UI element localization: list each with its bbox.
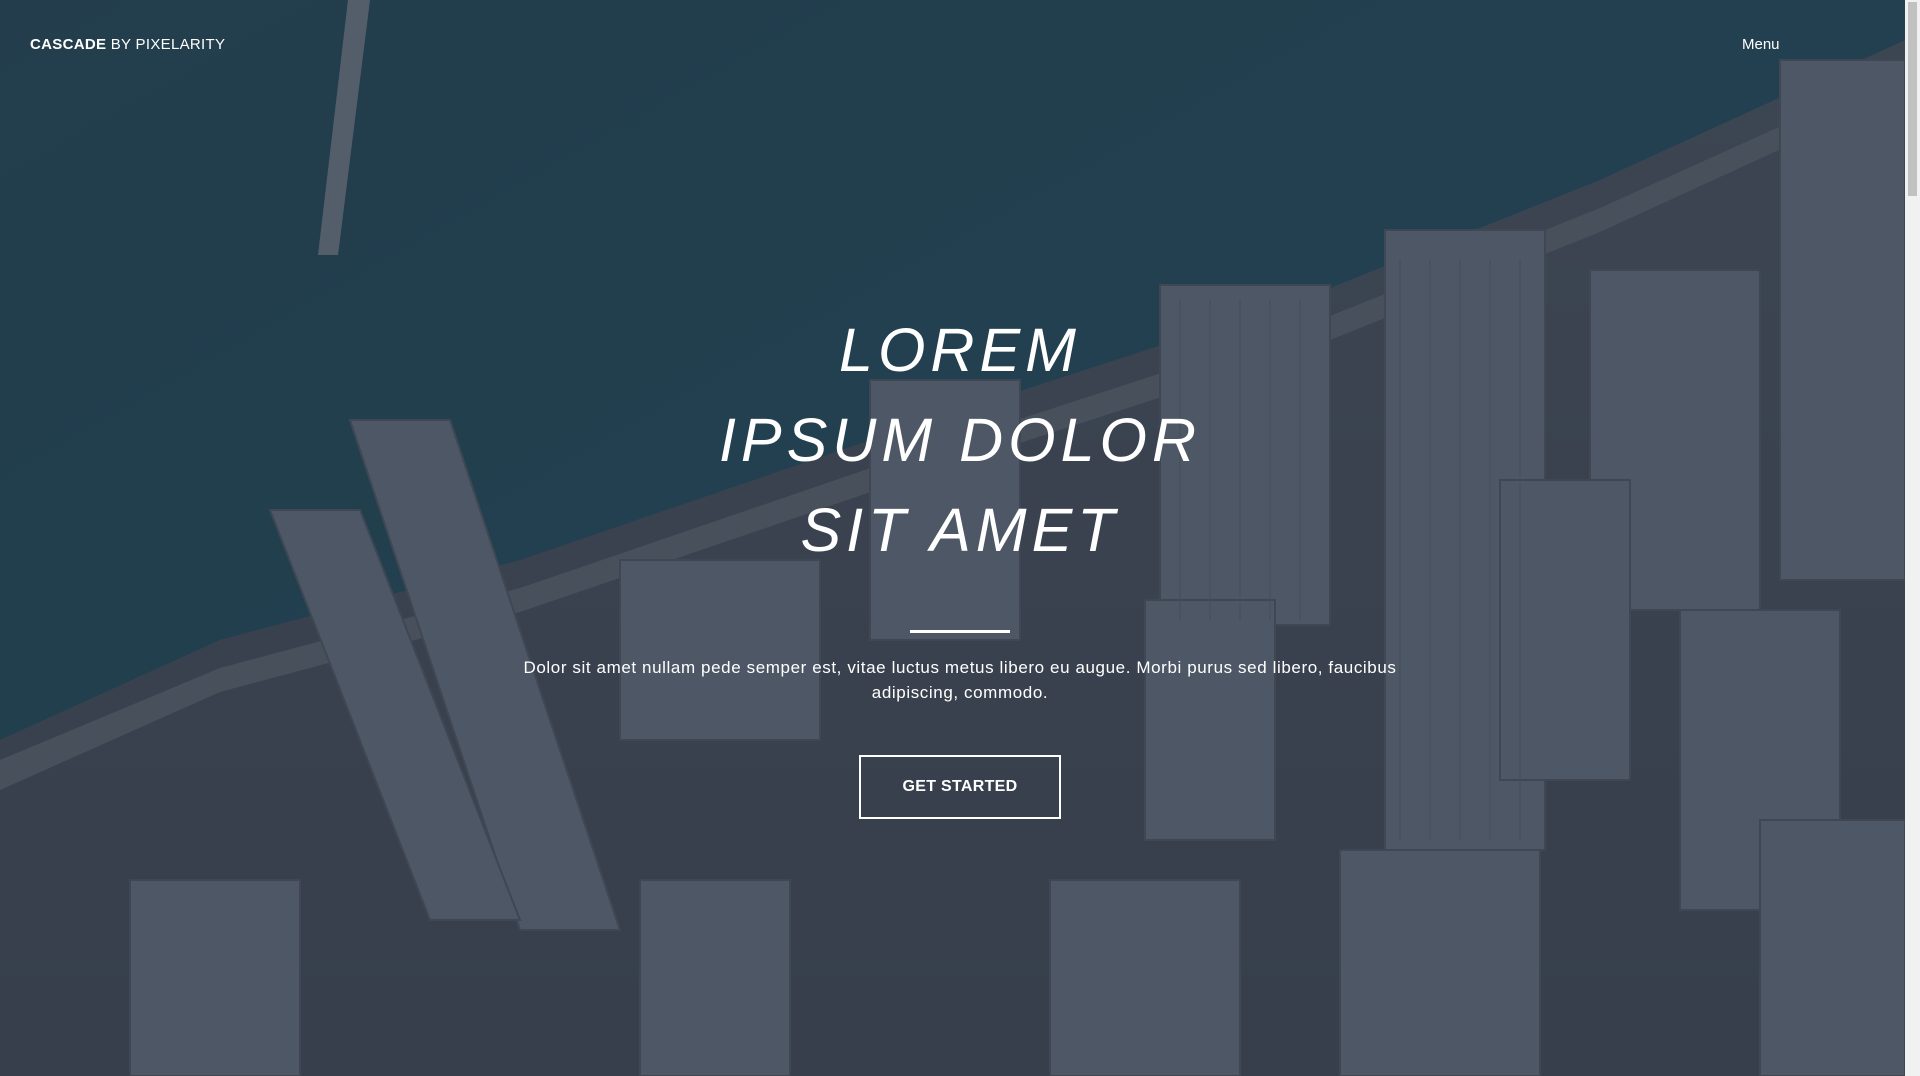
hero-subtitle: Dolor sit amet nullam pede semper est, v…: [523, 658, 1397, 702]
scrollbar-thumb[interactable]: [1908, 2, 1917, 196]
page: CASCADE BY PIXELARITY Menu LOREM IPSUM D…: [0, 0, 1920, 1076]
hero-section: CASCADE BY PIXELARITY Menu LOREM IPSUM D…: [0, 0, 1905, 1076]
title-divider: [910, 630, 1010, 633]
hero-title: LOREM IPSUM DOLOR SIT AMET: [0, 305, 1905, 575]
get-started-button[interactable]: GET STARTED: [859, 755, 1061, 819]
page-scrollbar[interactable]: [1905, 0, 1920, 1076]
menu-link[interactable]: Menu: [1742, 36, 1780, 53]
hero-title-line-3: SIT AMET: [800, 496, 1120, 564]
site-header: CASCADE BY PIXELARITY Menu: [0, 0, 1905, 90]
hero-title-line-2: IPSUM DOLOR: [718, 406, 1202, 474]
site-logo[interactable]: CASCADE BY PIXELARITY: [30, 36, 225, 53]
logo-brand: CASCADE: [30, 36, 107, 53]
logo-byline: BY PIXELARITY: [110, 36, 226, 53]
hero-content: LOREM IPSUM DOLOR SIT AMET Dolor sit ame…: [0, 305, 1905, 819]
hero-title-line-1: LOREM: [839, 316, 1081, 384]
